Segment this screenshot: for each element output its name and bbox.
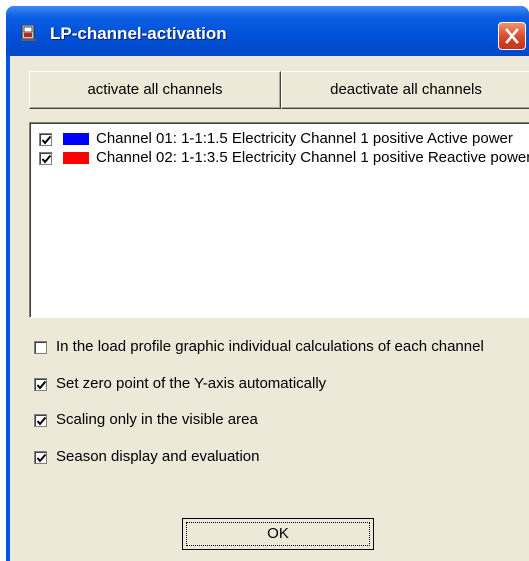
dialog-client-area: activate all channels deactivate all cha… bbox=[10, 56, 529, 561]
deactivate-all-button[interactable]: deactivate all channels bbox=[281, 71, 529, 109]
channel-label: Channel 01: 1-1:1.5 Electricity Channel … bbox=[96, 130, 513, 147]
channel-item[interactable]: Channel 01: 1-1:1.5 Electricity Channel … bbox=[35, 130, 529, 148]
dialog-window: LP-channel-activation activate all chann… bbox=[6, 6, 529, 561]
option-label: Season display and evaluation bbox=[56, 448, 260, 465]
window-title: LP-channel-activation bbox=[50, 24, 227, 43]
channel-item[interactable]: Channel 02: 1-1:3.5 Electricity Channel … bbox=[35, 149, 529, 167]
ok-button[interactable]: OK bbox=[182, 518, 374, 550]
channel-list[interactable]: Channel 01: 1-1:1.5 Electricity Channel … bbox=[29, 122, 529, 318]
channel-label: Channel 02: 1-1:3.5 Electricity Channel … bbox=[96, 149, 529, 166]
channel-checkbox[interactable] bbox=[39, 152, 52, 165]
option-checkbox[interactable] bbox=[34, 414, 47, 427]
channel-checkbox[interactable] bbox=[39, 133, 52, 146]
option-label: In the load profile graphic individual c… bbox=[56, 338, 484, 355]
focus-rectangle bbox=[186, 522, 370, 546]
option-season-display[interactable]: Season display and evaluation bbox=[34, 447, 529, 467]
title-bar[interactable]: LP-channel-activation bbox=[6, 6, 529, 56]
option-checkbox[interactable] bbox=[34, 378, 47, 391]
option-label: Scaling only in the visible area bbox=[56, 411, 258, 428]
channel-color-swatch bbox=[63, 152, 89, 164]
close-button[interactable] bbox=[498, 22, 526, 50]
option-label: Set zero point of the Y-axis automatical… bbox=[56, 375, 327, 392]
option-checkbox[interactable] bbox=[34, 341, 47, 354]
activate-all-button[interactable]: activate all channels bbox=[29, 71, 281, 109]
option-individual-calculations[interactable]: In the load profile graphic individual c… bbox=[34, 337, 529, 357]
option-checkbox[interactable] bbox=[34, 451, 47, 464]
channel-color-swatch bbox=[63, 133, 89, 145]
meter-app-icon bbox=[20, 24, 37, 41]
option-zero-point-auto[interactable]: Set zero point of the Y-axis automatical… bbox=[34, 374, 529, 394]
option-scaling-visible-area[interactable]: Scaling only in the visible area bbox=[34, 410, 529, 430]
